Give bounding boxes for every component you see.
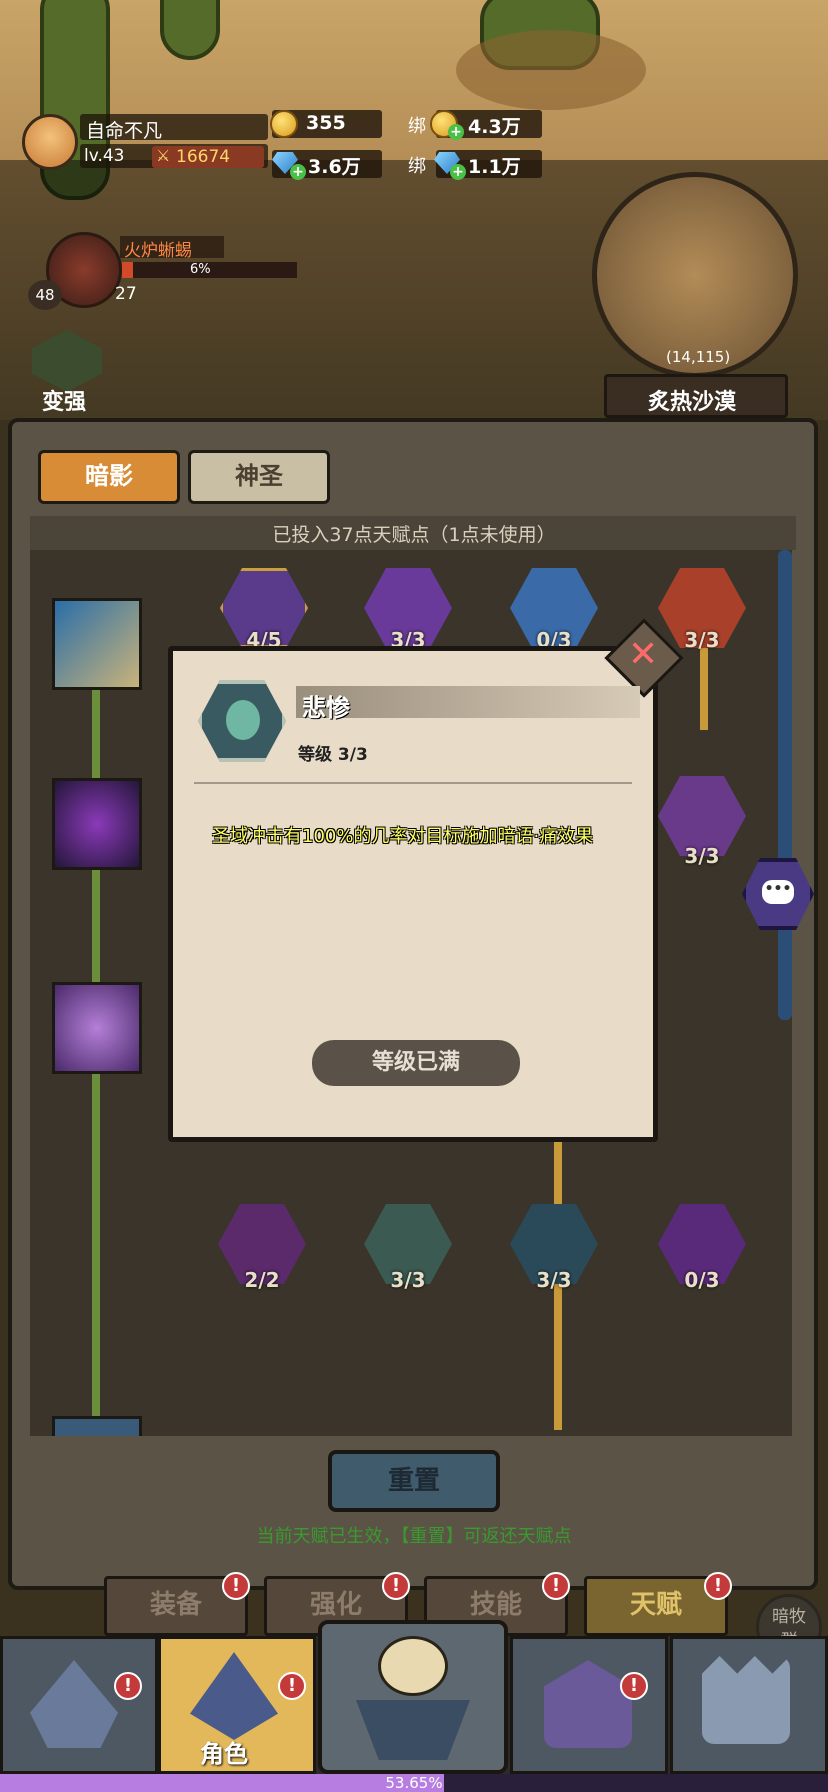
bound-gold-amount: 4.3万 (468, 116, 521, 138)
popup-divider (194, 782, 632, 784)
mob-level: 48 (28, 280, 62, 310)
plus-icon[interactable]: + (290, 164, 306, 180)
notification-badge: ! (278, 1672, 306, 1700)
group-label-top: 暗牧 (772, 1607, 806, 1627)
talent-node-level: 3/3 (390, 1268, 426, 1292)
mob-hp-percent: 6% (190, 262, 211, 277)
bound-diamond-label: 绑 (408, 156, 426, 177)
mob-hp-fill (122, 262, 133, 278)
map-coordinates: (14,115) (666, 348, 731, 366)
gold-coin-icon (270, 110, 298, 138)
tier-portrait (52, 778, 142, 870)
tier-portrait (52, 1416, 142, 1436)
sand-shadow (456, 30, 646, 110)
nav-role-label: 角色 (200, 1740, 248, 1768)
notification-badge: ! (542, 1572, 570, 1600)
max-level-button[interactable]: 等级已满 (312, 1040, 520, 1086)
notification-badge: ! (704, 1572, 732, 1600)
reset-hint: 当前天赋已生效，【重置】可返还天赋点 (256, 1526, 572, 1547)
tier-portrait (52, 598, 142, 690)
close-icon[interactable]: ✕ (628, 634, 658, 675)
mob-count: 27 (115, 284, 137, 304)
talent-node-level: 3/3 (684, 844, 720, 868)
talent-points-text: 已投入37点天赋点（1点未使用） (272, 524, 556, 546)
plus-icon[interactable]: + (450, 164, 466, 180)
popup-title: 悲惨 (302, 694, 350, 722)
combat-power: 16674 (176, 147, 231, 167)
notification-badge: ! (620, 1672, 648, 1700)
popup-talent-level: 等级 3/3 (298, 745, 368, 765)
notification-badge: ! (382, 1572, 410, 1600)
strengthen-label[interactable]: 变强 (42, 384, 86, 416)
gold-amount: 355 (306, 112, 346, 134)
chat-bubble-icon: ••• (762, 880, 794, 904)
notification-badge: ! (222, 1572, 250, 1600)
bound-gold-label: 绑 (408, 116, 426, 137)
popup-description: 圣域冲击有100%的几率对目标施加暗语·痛效果 (212, 826, 594, 847)
tier-portrait (52, 982, 142, 1074)
skull-icon (378, 1636, 448, 1696)
cactus-decoration (160, 0, 220, 60)
ghost-icon (226, 700, 260, 740)
experience-percent: 53.65% (385, 1774, 443, 1792)
crossed-swords-icon: ⚔ (156, 146, 171, 165)
mob-name: 火炉蜥蜴 (124, 241, 192, 261)
player-name: 自命不凡 (86, 120, 163, 142)
player-avatar[interactable] (22, 114, 78, 170)
talent-node-level: 3/3 (536, 1268, 572, 1292)
zone-name: 炙热沙漠 (648, 390, 737, 415)
talent-node-level: 2/2 (244, 1268, 280, 1292)
notification-badge: ! (114, 1672, 142, 1700)
talent-node-level: 0/3 (684, 1268, 720, 1292)
tree-scrollbar[interactable] (778, 550, 792, 1020)
plus-icon[interactable]: + (448, 124, 464, 140)
reset-button[interactable]: 重置 (328, 1450, 500, 1512)
tab-holy[interactable]: 神圣 (188, 450, 330, 504)
player-level: lv.43 (84, 146, 125, 166)
bound-diamond-amount: 1.1万 (468, 156, 521, 178)
diamond-amount: 3.6万 (308, 156, 361, 178)
tab-shadow[interactable]: 暗影 (38, 450, 180, 504)
